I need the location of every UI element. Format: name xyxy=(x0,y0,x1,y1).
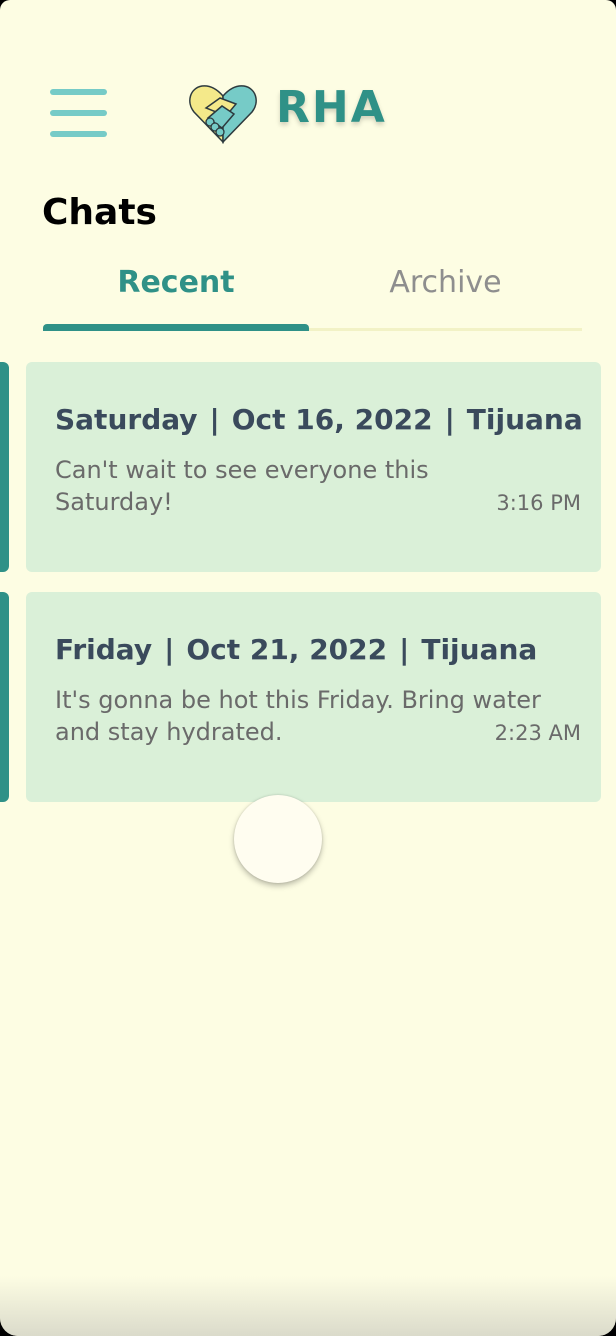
tab-recent[interactable]: Recent xyxy=(43,258,309,328)
separator: | xyxy=(444,403,455,436)
app-screen: RHA Chats Recent Archive Saturday | Oct 16… xyxy=(0,0,616,1336)
menu-bar xyxy=(50,131,107,137)
chat-day: Friday xyxy=(55,633,153,666)
chat-message-preview: Can't wait to see everyone this Saturday… xyxy=(55,456,429,516)
chat-card[interactable]: Saturday | Oct 16, 2022 | Tijuana Can't wait… xyxy=(26,362,601,572)
handshake-heart-icon xyxy=(189,85,257,144)
chat-location: Tijuana xyxy=(466,403,583,436)
chat-card-accent xyxy=(0,362,9,572)
chat-card-header: Friday | Oct 21, 2022 | Tijuana xyxy=(55,633,537,667)
separator: | xyxy=(164,633,175,666)
chat-location: Tijuana xyxy=(421,633,538,666)
chat-date: Oct 21, 2022 xyxy=(186,633,388,666)
page-title: Chats xyxy=(42,192,157,233)
app-logo-text: RHA xyxy=(276,82,387,133)
chat-timestamp: 2:23 AM xyxy=(494,721,581,745)
chat-card[interactable]: Friday | Oct 21, 2022 | Tijuana It's gonna b… xyxy=(26,592,601,802)
separator: | xyxy=(399,633,410,666)
chat-card-accent xyxy=(0,592,9,802)
chat-date: Oct 16, 2022 xyxy=(231,403,433,436)
chat-timestamp: 3:16 PM xyxy=(496,491,581,515)
chat-tabs: Recent Archive xyxy=(43,258,582,332)
tab-archive[interactable]: Archive xyxy=(309,258,582,328)
chat-card-header: Saturday | Oct 16, 2022 | Tijuana xyxy=(55,403,583,437)
active-tab-indicator xyxy=(43,324,309,331)
menu-bar xyxy=(50,89,107,95)
hamburger-menu-icon[interactable] xyxy=(50,89,107,137)
chat-message-preview: It's gonna be hot this Friday. Bring wat… xyxy=(55,686,541,746)
separator: | xyxy=(209,403,220,436)
finger xyxy=(215,127,225,137)
floating-action-button[interactable] xyxy=(234,795,322,883)
chat-day: Saturday xyxy=(55,403,198,436)
menu-bar xyxy=(50,110,107,116)
